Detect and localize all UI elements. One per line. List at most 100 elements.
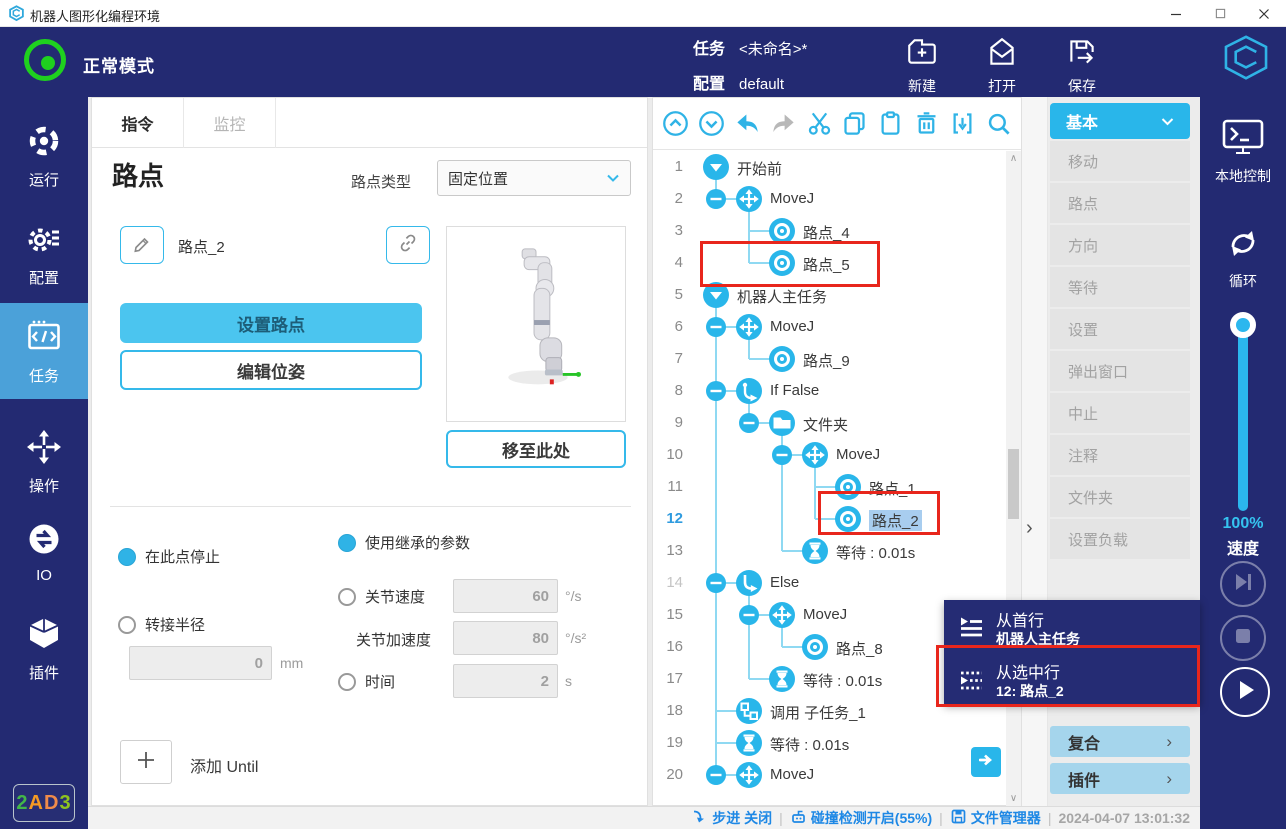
tab-monitor[interactable]: 监控 — [184, 98, 276, 148]
wait-icon[interactable] — [802, 538, 828, 564]
move-here-button[interactable]: 移至此处 — [446, 430, 626, 468]
tree-row-8[interactable]: 8If False — [653, 375, 1005, 407]
context-menu-item-从选中行[interactable]: 从选中行12: 路点_2 — [944, 652, 1200, 704]
else-icon[interactable] — [736, 570, 762, 596]
tree-row-1[interactable]: 1开始前 — [653, 151, 1005, 183]
wait-icon[interactable] — [736, 730, 762, 756]
tree-row-9[interactable]: 9文件夹 — [653, 407, 1005, 439]
blend-radius-radio[interactable]: 转接半径 — [118, 614, 205, 635]
mode-indicator-icon[interactable] — [24, 39, 66, 81]
undo-icon[interactable] — [733, 109, 762, 138]
waypoint-icon[interactable] — [769, 218, 795, 244]
tab-instruction[interactable]: 指令 — [92, 98, 184, 148]
tree-node-label[interactable]: 路点_8 — [836, 638, 883, 659]
time-radio[interactable]: 时间 — [338, 671, 395, 692]
speed-slider-handle[interactable] — [1230, 312, 1256, 338]
palette-item-中止[interactable]: 中止 — [1050, 393, 1190, 433]
search-icon[interactable] — [984, 109, 1013, 138]
sidebar-item-插件[interactable]: 插件 — [0, 607, 88, 689]
sidebar-item-配置[interactable]: 配置 — [0, 212, 88, 294]
tree-node-label[interactable]: 路点_1 — [869, 478, 916, 499]
scroll-up-icon[interactable]: ∧ — [1006, 151, 1021, 167]
insert-icon[interactable] — [948, 109, 977, 138]
stop-button[interactable] — [1220, 615, 1266, 661]
minimize-button[interactable] — [1154, 0, 1198, 27]
tree-node-label[interactable]: 等待 : 0.01s — [836, 542, 915, 563]
tree-row-2[interactable]: 2MoveJ — [653, 183, 1005, 215]
tree-row-11[interactable]: 11路点_1 — [653, 471, 1005, 503]
collapse-minus-icon[interactable] — [706, 573, 726, 593]
tree-row-6[interactable]: 6MoveJ — [653, 311, 1005, 343]
blend-radius-input[interactable] — [129, 646, 272, 680]
tree-row-19[interactable]: 19等待 : 0.01s — [653, 727, 1005, 759]
scroll-down-icon[interactable]: ∨ — [1006, 791, 1021, 807]
collapse-minus-icon[interactable] — [706, 189, 726, 209]
tree-node-label[interactable]: 调用 子任务_1 — [770, 702, 866, 723]
collapse-minus-icon[interactable] — [706, 765, 726, 785]
tree-node-label[interactable]: MoveJ — [770, 318, 814, 335]
palette-item-设置负载[interactable]: 设置负载 — [1050, 519, 1190, 559]
if-icon[interactable] — [736, 378, 762, 404]
sidebar-item-IO[interactable]: IO — [0, 512, 88, 594]
wait-icon[interactable] — [769, 666, 795, 692]
tree-row-20[interactable]: 20MoveJ — [653, 759, 1005, 791]
collapse-minus-icon[interactable] — [706, 317, 726, 337]
palette-item-等待[interactable]: 等待 — [1050, 267, 1190, 307]
collapse-minus-icon[interactable] — [739, 605, 759, 625]
palette-item-弹出窗口[interactable]: 弹出窗口 — [1050, 351, 1190, 391]
time-input[interactable] — [453, 664, 558, 698]
step-mode-status[interactable]: 步进 关闭 — [691, 808, 772, 828]
subtask-icon[interactable] — [736, 698, 762, 724]
tree-node-label[interactable]: Else — [770, 574, 799, 591]
jump-to-selected-button[interactable] — [971, 747, 1001, 777]
move-down-icon[interactable] — [697, 109, 726, 138]
tree-node-label[interactable]: MoveJ — [770, 766, 814, 783]
speed-slider-track[interactable] — [1238, 323, 1248, 511]
sidebar-item-任务[interactable]: 任务 — [0, 303, 88, 399]
file-manager-button[interactable]: 文件管理器 — [950, 808, 1041, 828]
sidebar-item-运行[interactable]: 运行 — [0, 114, 88, 196]
close-button[interactable] — [1242, 0, 1286, 27]
copy-icon[interactable] — [841, 109, 870, 138]
delete-icon[interactable] — [912, 109, 941, 138]
waypoint-type-select[interactable]: 固定位置 — [437, 160, 631, 196]
edit-pose-button[interactable]: 编辑位姿 — [120, 350, 422, 390]
tree-node-label[interactable]: 机器人主任务 — [737, 286, 827, 307]
stop-here-radio[interactable]: 在此点停止 — [118, 546, 220, 567]
header-action-保存[interactable]: 保存 — [1050, 35, 1114, 96]
movej-icon[interactable] — [736, 314, 762, 340]
waypoint-icon[interactable] — [835, 506, 861, 532]
collision-detect-status[interactable]: 碰撞检测开启(55%) — [790, 808, 932, 828]
collapse-minus-icon[interactable] — [772, 445, 792, 465]
palette-group-basic[interactable]: 基本 — [1050, 103, 1190, 139]
palette-item-设置[interactable]: 设置 — [1050, 309, 1190, 349]
collapse-icon[interactable] — [703, 154, 729, 180]
joint-accel-input[interactable] — [453, 621, 558, 655]
sidebar-item-操作[interactable]: 操作 — [0, 420, 88, 502]
step-forward-button[interactable] — [1220, 561, 1266, 607]
tree-node-label[interactable]: 路点_9 — [803, 350, 850, 371]
tree-node-label[interactable]: MoveJ — [836, 446, 880, 463]
folder-icon[interactable] — [769, 410, 795, 436]
tree-node-label[interactable]: If False — [770, 382, 819, 399]
joint-speed-radio[interactable]: 关节速度 — [338, 586, 425, 607]
loop-button[interactable]: 循环 — [1200, 222, 1286, 291]
tree-node-label[interactable]: 开始前 — [737, 158, 782, 179]
waypoint-icon[interactable] — [769, 250, 795, 276]
scrollbar-thumb[interactable] — [1008, 449, 1019, 519]
palette-item-移动[interactable]: 移动 — [1050, 141, 1190, 181]
palette-item-路点[interactable]: 路点 — [1050, 183, 1190, 223]
tree-node-label[interactable]: 路点_5 — [803, 254, 850, 275]
tree-node-label[interactable]: MoveJ — [770, 190, 814, 207]
movej-icon[interactable] — [769, 602, 795, 628]
move-up-icon[interactable] — [661, 109, 690, 138]
palette-item-方向[interactable]: 方向 — [1050, 225, 1190, 265]
redo-icon[interactable] — [769, 109, 798, 138]
tree-row-13[interactable]: 13等待 : 0.01s — [653, 535, 1005, 567]
movej-icon[interactable] — [736, 186, 762, 212]
local-control-button[interactable]: 本地控制 — [1200, 117, 1286, 186]
palette-group-复合[interactable]: 复合› — [1050, 726, 1190, 757]
tree-scrollbar[interactable]: ∧ ∨ — [1006, 151, 1021, 807]
collapse-panel-handle[interactable]: › — [1026, 517, 1033, 540]
waypoint-icon[interactable] — [769, 346, 795, 372]
